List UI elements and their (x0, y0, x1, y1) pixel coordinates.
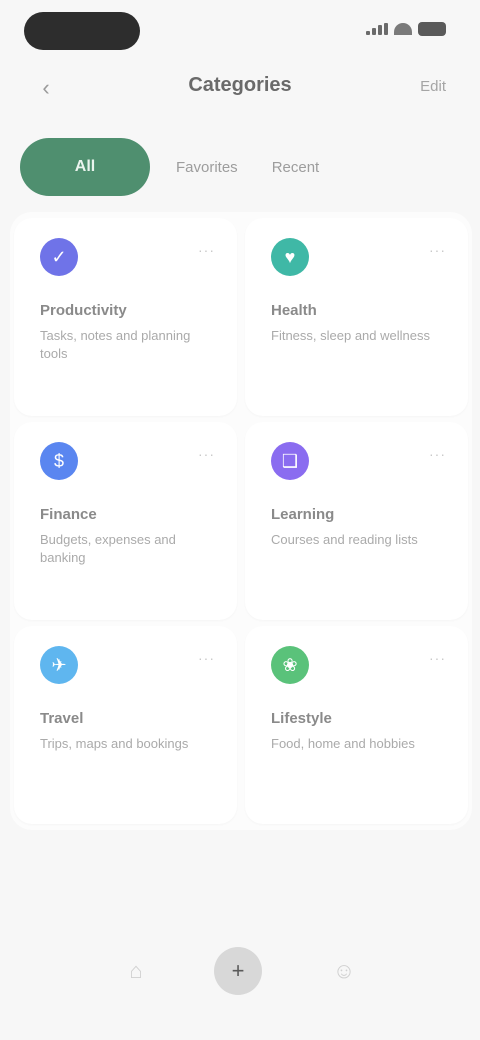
more-icon[interactable]: ··· (429, 242, 446, 258)
category-card-travel[interactable]: ✈ ··· Travel Trips, maps and bookings (14, 626, 237, 824)
plus-icon: + (214, 947, 262, 995)
card-title: Productivity (40, 302, 127, 319)
more-icon[interactable]: ··· (198, 446, 215, 462)
card-description: Fitness, sleep and wellness (271, 328, 430, 343)
category-card-finance[interactable]: $ ··· Finance Budgets, expenses and bank… (14, 422, 237, 620)
category-card-health[interactable]: ♥ ··· Health Fitness, sleep and wellness (245, 218, 468, 416)
nav-add-button[interactable]: + (212, 945, 264, 997)
card-description: Courses and reading lists (271, 532, 418, 547)
tab-favorites[interactable]: Favorites (168, 159, 246, 176)
checklist-icon: ✓ (40, 238, 78, 276)
nav-profile-button[interactable]: ☺ (318, 945, 370, 997)
more-icon[interactable]: ··· (429, 446, 446, 462)
more-icon[interactable]: ··· (198, 650, 215, 666)
tab-recent[interactable]: Recent (264, 159, 328, 176)
status-icons (366, 22, 446, 36)
tab-all[interactable]: All (20, 138, 150, 196)
card-title: Finance (40, 506, 97, 523)
wallet-icon: $ (40, 442, 78, 480)
status-bar (0, 0, 480, 60)
nav-home-button[interactable]: ⌂ (110, 945, 162, 997)
card-title: Lifestyle (271, 710, 332, 727)
time-pill (24, 12, 140, 50)
category-card-learning[interactable]: ❑ ··· Learning Courses and reading lists (245, 422, 468, 620)
heart-icon: ♥ (271, 238, 309, 276)
card-title: Learning (271, 506, 335, 523)
header: ‹ Categories Edit (0, 64, 480, 112)
bottom-nav: ⌂ + ☺ (0, 935, 480, 1015)
card-description: Food, home and hobbies (271, 736, 415, 751)
signal-icon (366, 23, 388, 35)
app-screen: ‹ Categories Edit All Favorites Recent ✓… (0, 0, 480, 1040)
category-card-productivity[interactable]: ✓ ··· Productivity Tasks, notes and plan… (14, 218, 237, 416)
category-card-lifestyle[interactable]: ❀ ··· Lifestyle Food, home and hobbies (245, 626, 468, 824)
more-icon[interactable]: ··· (198, 242, 215, 258)
category-grid-panel: ✓ ··· Productivity Tasks, notes and plan… (10, 212, 472, 830)
home-icon: ⌂ (129, 958, 143, 983)
book-icon: ❑ (271, 442, 309, 480)
plane-icon: ✈ (40, 646, 78, 684)
more-icon[interactable]: ··· (429, 650, 446, 666)
edit-button[interactable]: Edit (420, 78, 446, 95)
page-title: Categories (188, 74, 292, 96)
wifi-icon (394, 23, 412, 35)
card-description: Tasks, notes and planning tools (40, 328, 191, 361)
leaf-icon: ❀ (271, 646, 309, 684)
filter-tabs: All Favorites Recent (20, 138, 327, 196)
card-description: Trips, maps and bookings (40, 736, 189, 751)
category-grid: ✓ ··· Productivity Tasks, notes and plan… (10, 212, 472, 830)
card-title: Health (271, 302, 317, 319)
user-icon: ☺ (332, 958, 356, 983)
card-title: Travel (40, 710, 84, 727)
battery-icon (418, 22, 446, 36)
card-description: Budgets, expenses and banking (40, 532, 176, 565)
